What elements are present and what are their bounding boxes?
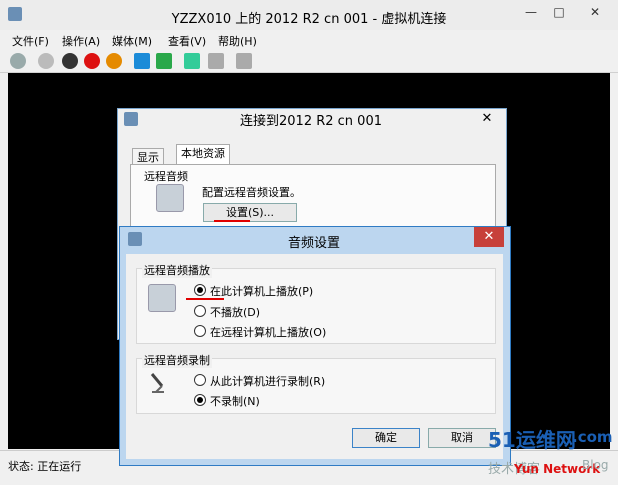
audio-dialog-close-button[interactable]: ✕ — [474, 227, 504, 247]
ctrl-alt-del-icon[interactable] — [10, 53, 26, 69]
status-text: 状态: 正在运行 — [8, 460, 82, 473]
speaker-icon — [156, 184, 184, 212]
radio-play-local-label[interactable]: 在此计算机上播放(P) — [210, 283, 313, 299]
recording-group-label: 远程音频录制 — [142, 352, 212, 368]
speaker-icon — [148, 284, 176, 312]
radio-play-remote[interactable] — [194, 325, 206, 337]
radio-no-playback[interactable] — [194, 305, 206, 317]
start-icon[interactable] — [38, 53, 54, 69]
radio-no-recording[interactable] — [194, 394, 206, 406]
menu-action[interactable]: 操作(A) — [62, 33, 100, 49]
shutdown-icon[interactable] — [84, 53, 100, 69]
cancel-button[interactable]: 取消 — [428, 428, 496, 448]
watermark-blog: Blog — [582, 458, 609, 472]
radio-play-remote-label[interactable]: 在远程计算机上播放(O) — [210, 324, 326, 340]
microphone-icon — [150, 373, 164, 393]
radio-no-playback-label[interactable]: 不播放(D) — [210, 304, 260, 320]
playback-group-label: 远程音频播放 — [142, 262, 212, 278]
connect-dialog-close-button[interactable]: ✕ — [474, 110, 500, 128]
remote-audio-section-label: 远程音频 — [144, 170, 188, 183]
pause-icon[interactable] — [134, 53, 150, 69]
power-icon[interactable] — [106, 53, 122, 69]
red-underline-annotation — [214, 220, 250, 222]
enhanced-session-icon[interactable] — [236, 53, 252, 69]
tab-local-resources[interactable]: 本地资源 — [176, 144, 230, 165]
stop-icon[interactable] — [62, 53, 78, 69]
minimize-button[interactable]: — — [518, 2, 544, 22]
audio-description: 配置远程音频设置。 — [202, 186, 301, 199]
radio-record-local[interactable] — [194, 374, 206, 386]
revert-icon[interactable] — [208, 53, 224, 69]
ok-button[interactable]: 确定 — [352, 428, 420, 448]
close-button[interactable]: ✕ — [578, 2, 612, 22]
audio-dialog-title: 音频设置 — [287, 236, 340, 251]
connect-dialog-title: 连接到2012 R2 cn 001 — [240, 114, 382, 129]
maximize-button[interactable]: □ — [546, 2, 572, 22]
resume-icon[interactable] — [156, 53, 172, 69]
watermark-logo: 51运维网 — [488, 428, 576, 452]
menu-help[interactable]: 帮助(H) — [218, 33, 257, 49]
radio-play-local[interactable] — [194, 284, 206, 296]
watermark-domain: .com — [572, 428, 613, 446]
menu-view[interactable]: 查看(V) — [168, 33, 206, 49]
menu-media[interactable]: 媒体(M) — [112, 33, 152, 49]
checkpoint-icon[interactable] — [184, 53, 200, 69]
radio-record-local-label[interactable]: 从此计算机进行录制(R) — [210, 373, 325, 389]
red-underline-annotation — [186, 298, 224, 300]
menu-file[interactable]: 文件(F) — [12, 33, 49, 49]
radio-no-recording-label[interactable]: 不录制(N) — [210, 393, 260, 409]
